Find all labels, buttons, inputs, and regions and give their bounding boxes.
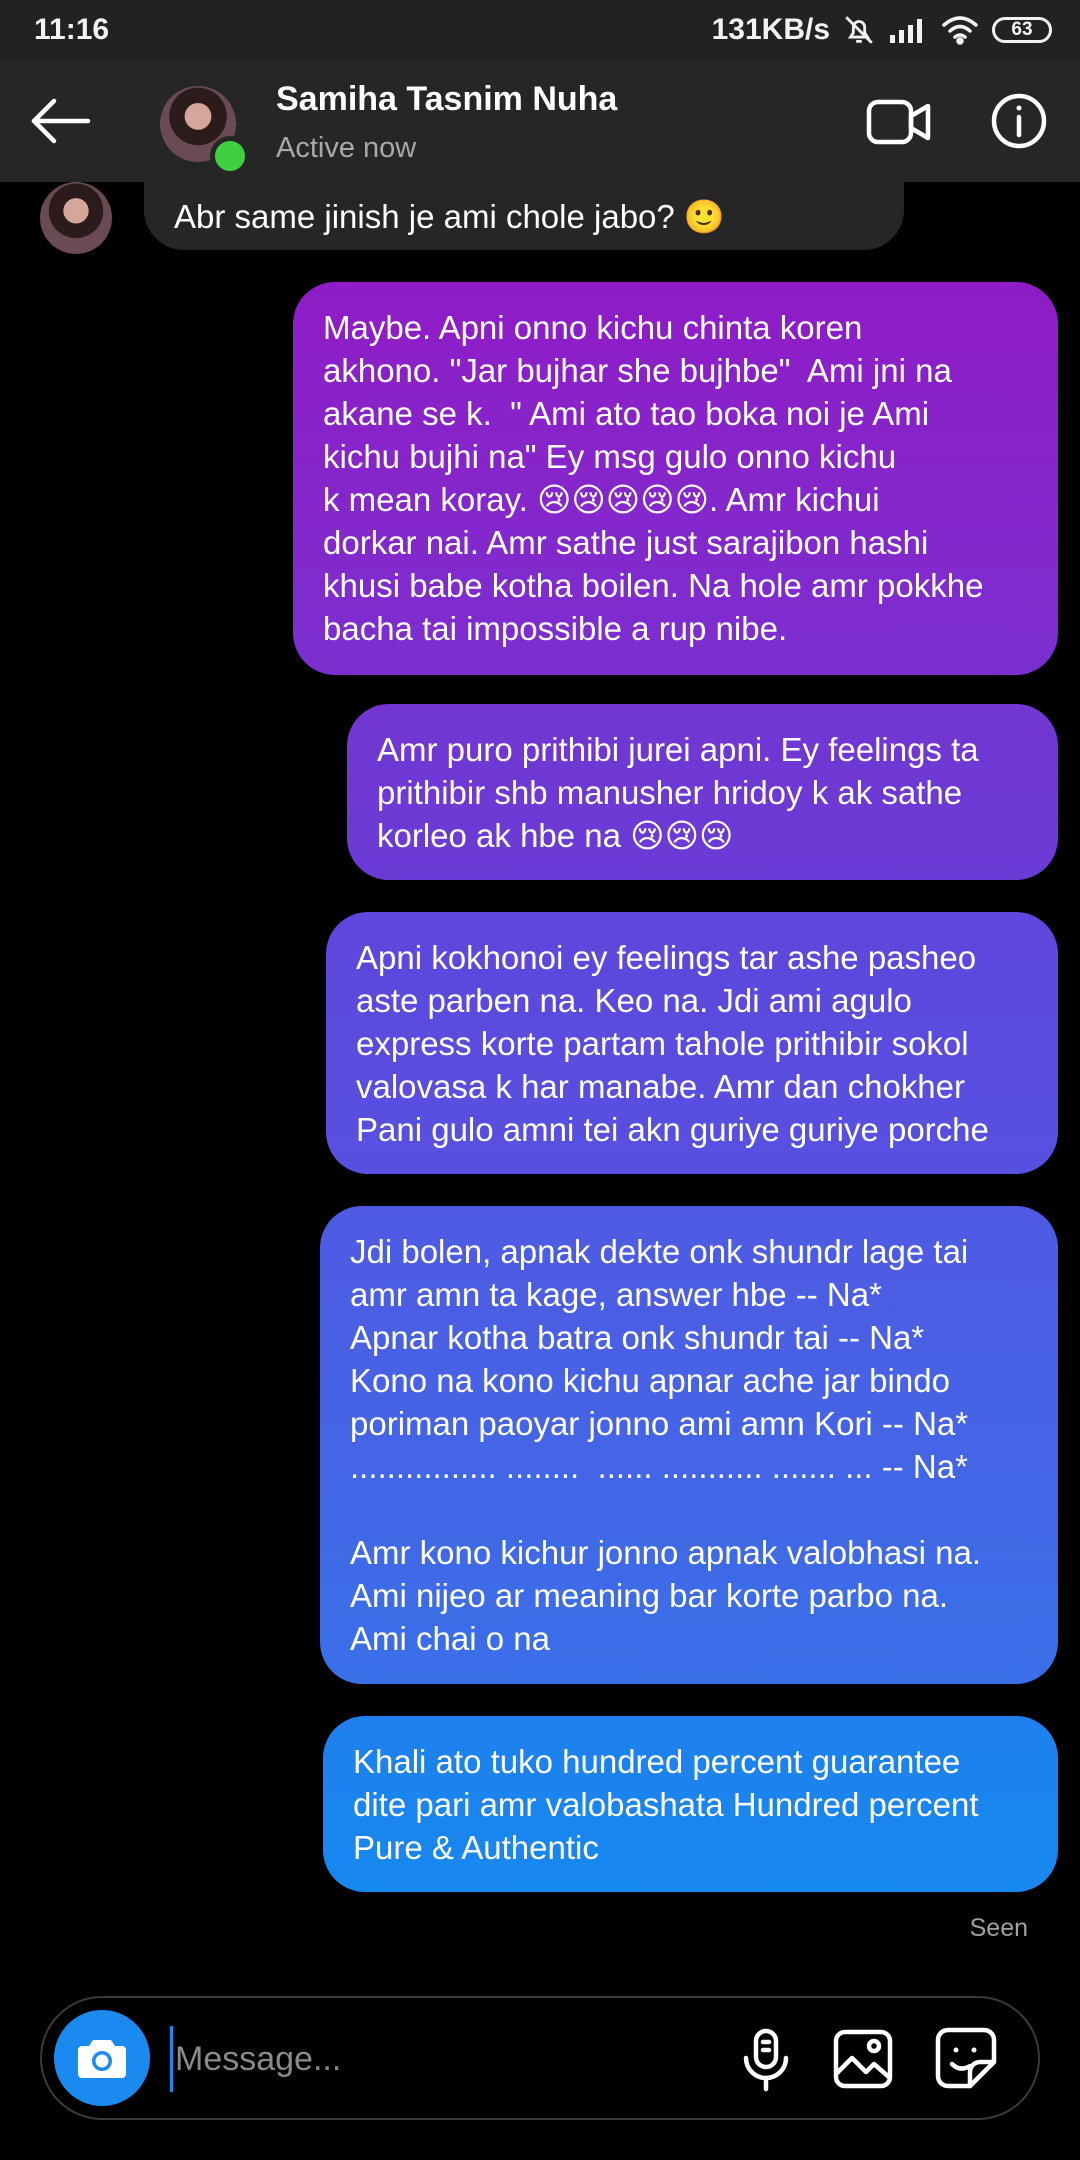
battery-icon: 63 bbox=[992, 17, 1052, 43]
gallery-icon bbox=[833, 2029, 893, 2089]
message-list[interactable]: Abr same jinish je ami chole jabo? 🙂 May… bbox=[0, 160, 1080, 1982]
outgoing-message-bubble[interactable]: Khali ato tuko hundred percent guarantee… bbox=[323, 1716, 1058, 1892]
status-time: 11:16 bbox=[34, 13, 110, 46]
status-indicators: 131KB/s 63 bbox=[712, 13, 1052, 47]
message-text: Maybe. Apni onno kichu chinta koren akho… bbox=[323, 309, 984, 647]
message-text: Abr same jinish je ami chole jabo? 🙂 bbox=[174, 197, 726, 235]
online-status-indicator bbox=[210, 136, 250, 176]
outgoing-message-bubble[interactable]: Amr puro prithibi jurei apni. Ey feeling… bbox=[347, 704, 1058, 880]
contact-status: Active now bbox=[276, 132, 417, 164]
mute-icon bbox=[842, 13, 876, 47]
outgoing-message-bubble[interactable]: Jdi bolen, apnak dekte onk shundr lage t… bbox=[320, 1206, 1058, 1684]
sticker-button[interactable] bbox=[934, 2026, 998, 2090]
info-icon bbox=[991, 93, 1047, 149]
signal-icon bbox=[888, 15, 928, 45]
network-speed: 131KB/s bbox=[711, 13, 830, 46]
camera-icon bbox=[78, 2040, 126, 2078]
chat-header: Samiha Tasnim Nuha Active now bbox=[0, 60, 1080, 182]
back-button[interactable] bbox=[28, 96, 92, 146]
outgoing-message-bubble[interactable]: Apni kokhonoi ey feelings tar ashe pashe… bbox=[326, 912, 1058, 1174]
back-arrow-icon bbox=[31, 98, 91, 144]
info-button[interactable] bbox=[990, 92, 1048, 150]
message-composer bbox=[40, 1996, 1040, 2120]
message-text: Apni kokhonoi ey feelings tar ashe pashe… bbox=[356, 939, 989, 1148]
contact-name[interactable]: Samiha Tasnim Nuha bbox=[276, 80, 617, 119]
message-input[interactable] bbox=[170, 2026, 737, 2092]
sticker-icon bbox=[935, 2027, 997, 2089]
seen-receipt: Seen bbox=[969, 1914, 1028, 1942]
outgoing-message-bubble[interactable]: Maybe. Apni onno kichu chinta koren akho… bbox=[293, 282, 1058, 675]
microphone-icon bbox=[743, 2028, 789, 2092]
gallery-button[interactable] bbox=[832, 2028, 894, 2090]
video-call-icon bbox=[866, 99, 931, 145]
wifi-icon bbox=[940, 15, 980, 45]
voice-message-button[interactable] bbox=[736, 2028, 796, 2092]
status-bar: 11:16 131KB/s 63 bbox=[0, 0, 1080, 60]
sender-avatar[interactable] bbox=[40, 182, 112, 254]
battery-level: 63 bbox=[1011, 19, 1033, 40]
message-text: Amr puro prithibi jurei apni. Ey feeling… bbox=[377, 731, 979, 854]
camera-button[interactable] bbox=[54, 2010, 150, 2106]
video-call-button[interactable] bbox=[866, 96, 932, 148]
contact-avatar[interactable] bbox=[160, 86, 250, 176]
message-text: Jdi bolen, apnak dekte onk shundr lage t… bbox=[350, 1233, 982, 1657]
message-text: Khali ato tuko hundred percent guarantee… bbox=[353, 1743, 979, 1866]
